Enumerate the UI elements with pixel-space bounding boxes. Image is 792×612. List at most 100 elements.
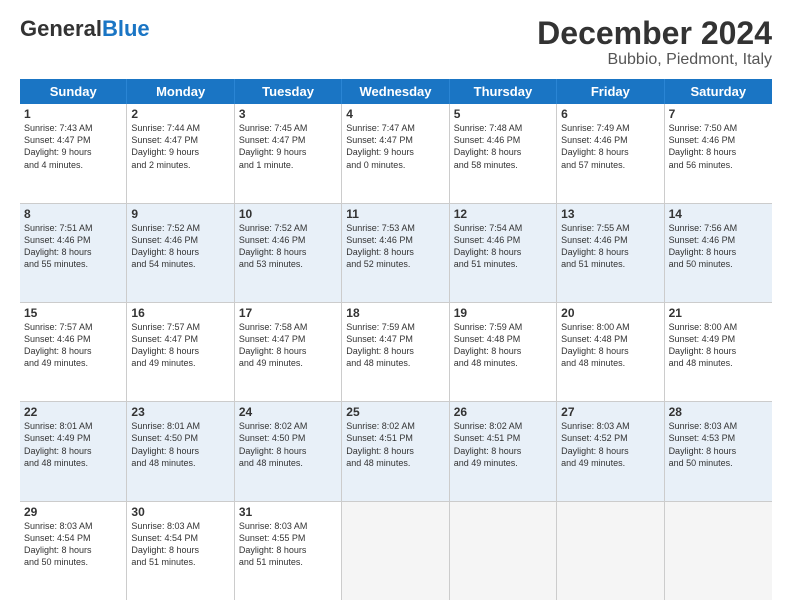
calendar-cell-21: 21Sunrise: 8:00 AMSunset: 4:49 PMDayligh… bbox=[665, 303, 772, 401]
calendar-cell-17: 17Sunrise: 7:58 AMSunset: 4:47 PMDayligh… bbox=[235, 303, 342, 401]
calendar: SundayMondayTuesdayWednesdayThursdayFrid… bbox=[20, 79, 772, 600]
calendar-row-2: 15Sunrise: 7:57 AMSunset: 4:46 PMDayligh… bbox=[20, 303, 772, 402]
day-number: 2 bbox=[131, 107, 229, 121]
calendar-cell-2: 2Sunrise: 7:44 AMSunset: 4:47 PMDaylight… bbox=[127, 104, 234, 202]
day-number: 3 bbox=[239, 107, 337, 121]
calendar-cell-19: 19Sunrise: 7:59 AMSunset: 4:48 PMDayligh… bbox=[450, 303, 557, 401]
day-number: 30 bbox=[131, 505, 229, 519]
day-number: 23 bbox=[131, 405, 229, 419]
day-info: Sunrise: 8:01 AMSunset: 4:49 PMDaylight:… bbox=[24, 420, 122, 469]
calendar-body: 1Sunrise: 7:43 AMSunset: 4:47 PMDaylight… bbox=[20, 104, 772, 600]
calendar-header-monday: Monday bbox=[127, 79, 234, 104]
calendar-header-tuesday: Tuesday bbox=[235, 79, 342, 104]
calendar-cell-empty bbox=[557, 502, 664, 600]
calendar-cell-5: 5Sunrise: 7:48 AMSunset: 4:46 PMDaylight… bbox=[450, 104, 557, 202]
day-number: 1 bbox=[24, 107, 122, 121]
day-number: 9 bbox=[131, 207, 229, 221]
calendar-cell-11: 11Sunrise: 7:53 AMSunset: 4:46 PMDayligh… bbox=[342, 204, 449, 302]
day-number: 10 bbox=[239, 207, 337, 221]
day-number: 31 bbox=[239, 505, 337, 519]
day-number: 15 bbox=[24, 306, 122, 320]
calendar-header: SundayMondayTuesdayWednesdayThursdayFrid… bbox=[20, 79, 772, 104]
day-info: Sunrise: 7:48 AMSunset: 4:46 PMDaylight:… bbox=[454, 122, 552, 171]
calendar-cell-30: 30Sunrise: 8:03 AMSunset: 4:54 PMDayligh… bbox=[127, 502, 234, 600]
calendar-cell-9: 9Sunrise: 7:52 AMSunset: 4:46 PMDaylight… bbox=[127, 204, 234, 302]
day-info: Sunrise: 8:02 AMSunset: 4:51 PMDaylight:… bbox=[346, 420, 444, 469]
calendar-cell-4: 4Sunrise: 7:47 AMSunset: 4:47 PMDaylight… bbox=[342, 104, 449, 202]
calendar-cell-27: 27Sunrise: 8:03 AMSunset: 4:52 PMDayligh… bbox=[557, 402, 664, 500]
calendar-cell-16: 16Sunrise: 7:57 AMSunset: 4:47 PMDayligh… bbox=[127, 303, 234, 401]
calendar-cell-24: 24Sunrise: 8:02 AMSunset: 4:50 PMDayligh… bbox=[235, 402, 342, 500]
logo-text: GeneralBlue bbox=[20, 16, 150, 42]
logo: GeneralBlue bbox=[20, 16, 120, 42]
day-info: Sunrise: 8:03 AMSunset: 4:53 PMDaylight:… bbox=[669, 420, 768, 469]
day-number: 16 bbox=[131, 306, 229, 320]
day-number: 18 bbox=[346, 306, 444, 320]
calendar-cell-31: 31Sunrise: 8:03 AMSunset: 4:55 PMDayligh… bbox=[235, 502, 342, 600]
day-info: Sunrise: 8:00 AMSunset: 4:48 PMDaylight:… bbox=[561, 321, 659, 370]
day-number: 25 bbox=[346, 405, 444, 419]
calendar-cell-22: 22Sunrise: 8:01 AMSunset: 4:49 PMDayligh… bbox=[20, 402, 127, 500]
day-number: 19 bbox=[454, 306, 552, 320]
calendar-row-4: 29Sunrise: 8:03 AMSunset: 4:54 PMDayligh… bbox=[20, 502, 772, 600]
header: GeneralBlue December 2024 Bubbio, Piedmo… bbox=[20, 16, 772, 69]
day-info: Sunrise: 8:03 AMSunset: 4:54 PMDaylight:… bbox=[131, 520, 229, 569]
calendar-cell-13: 13Sunrise: 7:55 AMSunset: 4:46 PMDayligh… bbox=[557, 204, 664, 302]
day-number: 6 bbox=[561, 107, 659, 121]
day-info: Sunrise: 8:02 AMSunset: 4:50 PMDaylight:… bbox=[239, 420, 337, 469]
calendar-cell-29: 29Sunrise: 8:03 AMSunset: 4:54 PMDayligh… bbox=[20, 502, 127, 600]
day-number: 24 bbox=[239, 405, 337, 419]
day-number: 28 bbox=[669, 405, 768, 419]
day-number: 20 bbox=[561, 306, 659, 320]
day-number: 12 bbox=[454, 207, 552, 221]
calendar-cell-3: 3Sunrise: 7:45 AMSunset: 4:47 PMDaylight… bbox=[235, 104, 342, 202]
day-info: Sunrise: 8:03 AMSunset: 4:54 PMDaylight:… bbox=[24, 520, 122, 569]
calendar-header-wednesday: Wednesday bbox=[342, 79, 449, 104]
day-info: Sunrise: 7:44 AMSunset: 4:47 PMDaylight:… bbox=[131, 122, 229, 171]
day-number: 11 bbox=[346, 207, 444, 221]
calendar-cell-25: 25Sunrise: 8:02 AMSunset: 4:51 PMDayligh… bbox=[342, 402, 449, 500]
day-info: Sunrise: 7:51 AMSunset: 4:46 PMDaylight:… bbox=[24, 222, 122, 271]
day-info: Sunrise: 7:55 AMSunset: 4:46 PMDaylight:… bbox=[561, 222, 659, 271]
calendar-cell-12: 12Sunrise: 7:54 AMSunset: 4:46 PMDayligh… bbox=[450, 204, 557, 302]
calendar-cell-20: 20Sunrise: 8:00 AMSunset: 4:48 PMDayligh… bbox=[557, 303, 664, 401]
page-title: December 2024 bbox=[537, 16, 772, 51]
calendar-cell-6: 6Sunrise: 7:49 AMSunset: 4:46 PMDaylight… bbox=[557, 104, 664, 202]
day-number: 13 bbox=[561, 207, 659, 221]
day-number: 17 bbox=[239, 306, 337, 320]
day-info: Sunrise: 8:02 AMSunset: 4:51 PMDaylight:… bbox=[454, 420, 552, 469]
day-info: Sunrise: 7:59 AMSunset: 4:47 PMDaylight:… bbox=[346, 321, 444, 370]
calendar-cell-14: 14Sunrise: 7:56 AMSunset: 4:46 PMDayligh… bbox=[665, 204, 772, 302]
day-number: 21 bbox=[669, 306, 768, 320]
day-number: 5 bbox=[454, 107, 552, 121]
calendar-header-thursday: Thursday bbox=[450, 79, 557, 104]
day-info: Sunrise: 7:54 AMSunset: 4:46 PMDaylight:… bbox=[454, 222, 552, 271]
calendar-cell-26: 26Sunrise: 8:02 AMSunset: 4:51 PMDayligh… bbox=[450, 402, 557, 500]
calendar-header-friday: Friday bbox=[557, 79, 664, 104]
title-block: December 2024 Bubbio, Piedmont, Italy bbox=[537, 16, 772, 69]
day-number: 22 bbox=[24, 405, 122, 419]
day-info: Sunrise: 7:49 AMSunset: 4:46 PMDaylight:… bbox=[561, 122, 659, 171]
calendar-row-0: 1Sunrise: 7:43 AMSunset: 4:47 PMDaylight… bbox=[20, 104, 772, 203]
page-subtitle: Bubbio, Piedmont, Italy bbox=[537, 51, 772, 69]
day-info: Sunrise: 7:45 AMSunset: 4:47 PMDaylight:… bbox=[239, 122, 337, 171]
calendar-cell-empty bbox=[342, 502, 449, 600]
day-number: 4 bbox=[346, 107, 444, 121]
calendar-cell-28: 28Sunrise: 8:03 AMSunset: 4:53 PMDayligh… bbox=[665, 402, 772, 500]
calendar-header-sunday: Sunday bbox=[20, 79, 127, 104]
calendar-cell-23: 23Sunrise: 8:01 AMSunset: 4:50 PMDayligh… bbox=[127, 402, 234, 500]
calendar-cell-empty bbox=[450, 502, 557, 600]
calendar-cell-empty bbox=[665, 502, 772, 600]
page: GeneralBlue December 2024 Bubbio, Piedmo… bbox=[0, 0, 792, 612]
day-info: Sunrise: 7:58 AMSunset: 4:47 PMDaylight:… bbox=[239, 321, 337, 370]
calendar-cell-7: 7Sunrise: 7:50 AMSunset: 4:46 PMDaylight… bbox=[665, 104, 772, 202]
day-info: Sunrise: 7:59 AMSunset: 4:48 PMDaylight:… bbox=[454, 321, 552, 370]
day-info: Sunrise: 8:03 AMSunset: 4:55 PMDaylight:… bbox=[239, 520, 337, 569]
day-info: Sunrise: 7:47 AMSunset: 4:47 PMDaylight:… bbox=[346, 122, 444, 171]
day-number: 7 bbox=[669, 107, 768, 121]
day-number: 26 bbox=[454, 405, 552, 419]
day-info: Sunrise: 7:52 AMSunset: 4:46 PMDaylight:… bbox=[239, 222, 337, 271]
day-number: 14 bbox=[669, 207, 768, 221]
day-info: Sunrise: 7:57 AMSunset: 4:47 PMDaylight:… bbox=[131, 321, 229, 370]
day-info: Sunrise: 7:56 AMSunset: 4:46 PMDaylight:… bbox=[669, 222, 768, 271]
